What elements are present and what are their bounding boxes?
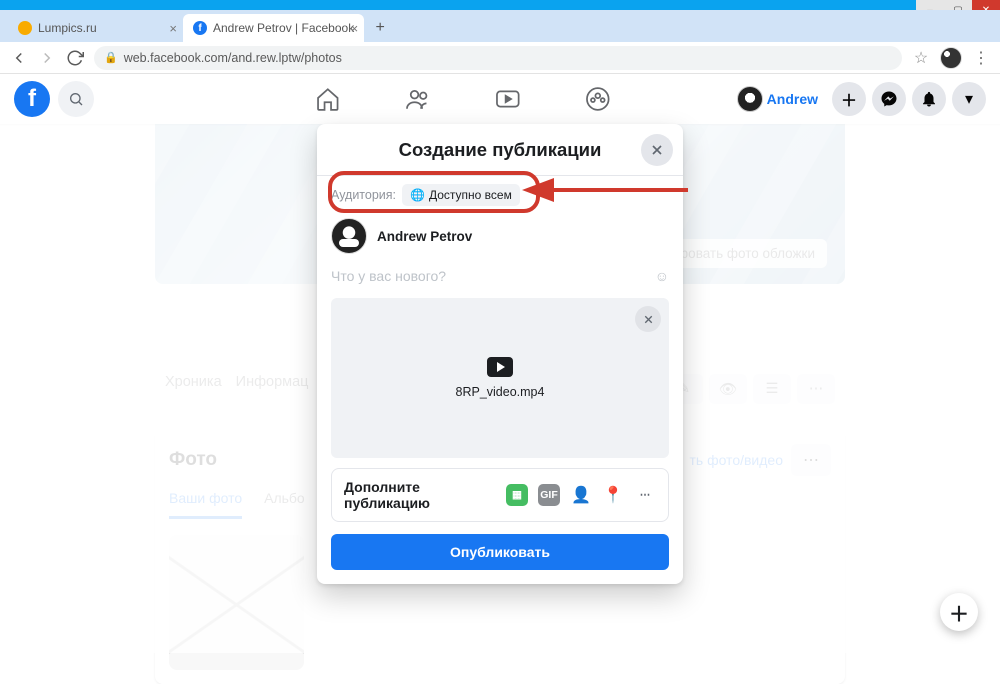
tab-close-icon[interactable]: ×: [351, 21, 359, 36]
gif-icon[interactable]: GIF: [538, 484, 560, 506]
file-name: 8RP_video.mp4: [456, 385, 545, 399]
remove-media-icon[interactable]: [635, 306, 661, 332]
search-button[interactable]: [58, 81, 94, 117]
tab-close-icon[interactable]: ×: [169, 21, 177, 36]
profile-avatar-icon[interactable]: [940, 47, 962, 69]
browser-menu-icon[interactable]: ⋮: [972, 49, 990, 67]
url-text: web.facebook.com/and.rew.lptw/photos: [124, 51, 342, 65]
new-tab-button[interactable]: +: [368, 16, 392, 40]
close-icon[interactable]: [641, 134, 673, 166]
audience-label: Аудитория:: [331, 188, 396, 202]
composer-placeholder[interactable]: Что у вас нового?: [331, 268, 446, 284]
audience-value: Доступно всем: [429, 188, 512, 202]
messenger-icon[interactable]: [872, 82, 906, 116]
user-profile-link[interactable]: Andrew: [735, 84, 826, 114]
create-button[interactable]: ＋: [832, 82, 866, 116]
user-name: Andrew: [767, 91, 818, 107]
nav-reload-icon[interactable]: [66, 49, 84, 67]
publish-button[interactable]: Опубликовать: [331, 534, 669, 570]
enhance-post-bar: Дополните публикацию ▦ GIF 👤 📍 ⋯: [331, 468, 669, 522]
fab-new-post[interactable]: ＋: [940, 593, 978, 631]
lock-icon: 🔒: [104, 51, 118, 64]
media-preview: 8RP_video.mp4: [331, 298, 669, 458]
photo-video-icon[interactable]: ▦: [506, 484, 528, 506]
account-menu-icon[interactable]: ▾: [952, 82, 986, 116]
play-icon: [487, 357, 513, 377]
globe-icon: 🌐: [410, 188, 425, 202]
browser-tab[interactable]: Lumpics.ru ×: [8, 14, 183, 42]
tag-people-icon[interactable]: 👤: [570, 484, 592, 506]
emoji-icon[interactable]: ☺: [655, 268, 669, 284]
nav-forward-icon: [38, 49, 56, 67]
audience-selector[interactable]: 🌐 Доступно всем: [402, 184, 520, 206]
create-post-modal: Создание публикации Аудитория: 🌐 Доступн…: [317, 124, 683, 584]
browser-tab-active[interactable]: f Andrew Petrov | Facebook ×: [183, 14, 364, 42]
favicon-icon: f: [193, 21, 207, 35]
url-input[interactable]: 🔒 web.facebook.com/and.rew.lptw/photos: [94, 46, 902, 70]
location-icon[interactable]: 📍: [602, 484, 624, 506]
nav-groups-icon[interactable]: [578, 79, 618, 119]
tab-title: Lumpics.ru: [38, 21, 97, 35]
avatar-icon: [331, 218, 367, 254]
nav-watch-icon[interactable]: [488, 79, 528, 119]
author-name: Andrew Petrov: [377, 229, 472, 244]
facebook-logo-icon[interactable]: f: [14, 81, 50, 117]
nav-back-icon[interactable]: [10, 49, 28, 67]
nav-friends-icon[interactable]: [398, 79, 438, 119]
tab-title: Andrew Petrov | Facebook: [213, 21, 354, 35]
modal-title: Создание публикации: [399, 139, 602, 161]
nav-home-icon[interactable]: [308, 79, 348, 119]
bookmark-icon[interactable]: ☆: [912, 49, 930, 67]
avatar-icon: [737, 86, 763, 112]
notifications-icon[interactable]: [912, 82, 946, 116]
favicon-icon: [18, 21, 32, 35]
enhance-label: Дополните публикацию: [344, 479, 506, 511]
more-options-icon[interactable]: ⋯: [634, 484, 656, 506]
